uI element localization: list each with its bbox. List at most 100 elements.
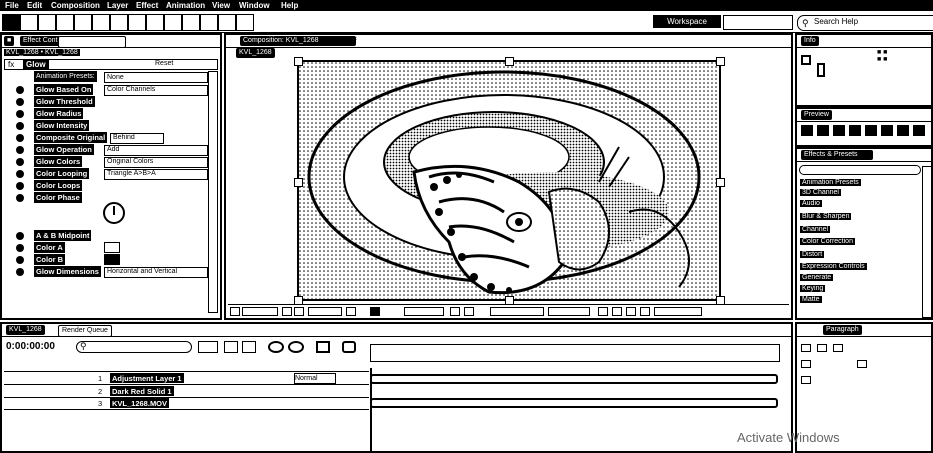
roto-brush-tool-icon[interactable] xyxy=(218,14,236,31)
pixel-aspect-icon[interactable] xyxy=(598,307,608,316)
snapshot-icon[interactable] xyxy=(346,307,356,316)
effects-item[interactable]: Color Correction xyxy=(800,238,904,246)
align-right-icon[interactable] xyxy=(833,344,843,352)
play-icon[interactable] xyxy=(833,125,845,136)
color-looping-dropdown[interactable]: Triangle A>B>A xyxy=(104,169,208,180)
stopwatch-icon[interactable] xyxy=(16,146,24,154)
menu-window[interactable]: Window xyxy=(239,0,270,11)
menu-layer[interactable]: Layer xyxy=(107,0,128,11)
flowchart-icon[interactable] xyxy=(640,307,650,316)
layer-row[interactable]: 1 Adjustment Layer 1 Normal xyxy=(4,373,369,385)
first-frame-icon[interactable] xyxy=(801,125,813,136)
time-ruler[interactable] xyxy=(370,344,780,362)
stopwatch-icon[interactable] xyxy=(16,158,24,166)
menu-file[interactable]: File xyxy=(5,0,19,11)
puppet-tool-icon[interactable] xyxy=(236,14,254,31)
handle-mid-left[interactable] xyxy=(294,178,303,187)
tab-effects-presets[interactable]: Effects & Presets xyxy=(801,150,873,160)
timeline-search-input[interactable]: ⚲ xyxy=(76,341,192,353)
layer-mode-dropdown[interactable]: Normal xyxy=(294,373,336,384)
zoom-tool-icon[interactable] xyxy=(38,14,56,31)
eraser-tool-icon[interactable] xyxy=(200,14,218,31)
stopwatch-icon[interactable] xyxy=(16,256,24,264)
brush-tool-icon[interactable] xyxy=(164,14,182,31)
color-b-swatch[interactable] xyxy=(104,254,120,265)
handle-bottom-left[interactable] xyxy=(294,296,303,305)
clone-tool-icon[interactable] xyxy=(182,14,200,31)
menu-effect[interactable]: Effect xyxy=(136,0,158,11)
workspace-dropdown[interactable] xyxy=(723,15,793,30)
current-time-indicator[interactable] xyxy=(370,368,372,453)
tab-project[interactable]: ■ xyxy=(4,36,15,46)
pan-behind-tool-icon[interactable] xyxy=(92,14,110,31)
exposure-field[interactable] xyxy=(654,307,702,316)
prev-frame-icon[interactable] xyxy=(817,125,829,136)
color-phase-dial[interactable] xyxy=(103,202,125,224)
stopwatch-icon[interactable] xyxy=(16,98,24,106)
effects-search-input[interactable] xyxy=(799,165,921,175)
pen-tool-icon[interactable] xyxy=(128,14,146,31)
view-layout-dropdown[interactable] xyxy=(548,307,590,316)
layer-name[interactable]: Dark Red Solid 1 xyxy=(110,386,174,396)
effects-item[interactable]: Generate xyxy=(800,274,904,282)
menu-help[interactable]: Help xyxy=(281,0,298,11)
text-tool-icon[interactable] xyxy=(146,14,164,31)
layer-track-bar[interactable] xyxy=(370,398,778,408)
frame-blending-icon[interactable] xyxy=(268,341,284,353)
effects-item[interactable]: Channel xyxy=(800,226,904,234)
handle-bottom-right[interactable] xyxy=(716,296,725,305)
effects-scrollbar[interactable] xyxy=(922,166,932,318)
stopwatch-icon[interactable] xyxy=(16,232,24,240)
fx-icon[interactable]: fx xyxy=(8,60,14,69)
selection-tool-icon[interactable] xyxy=(2,14,20,31)
region-of-interest-icon[interactable] xyxy=(450,307,460,316)
tab-composition[interactable]: Composition: KVL_1268 xyxy=(240,36,356,46)
current-time-field[interactable] xyxy=(308,307,342,316)
glow-colors-dropdown[interactable]: Original Colors xyxy=(104,157,208,168)
stopwatch-icon[interactable] xyxy=(16,268,24,276)
stopwatch-icon[interactable] xyxy=(16,170,24,178)
audio-icon[interactable] xyxy=(881,125,893,136)
grid-icon[interactable] xyxy=(282,307,292,316)
effects-item[interactable]: Expression Controls xyxy=(800,263,904,271)
graph-editor-icon[interactable] xyxy=(342,341,356,353)
effect-reset-link[interactable]: Reset xyxy=(155,60,173,67)
transparency-grid-icon[interactable] xyxy=(464,307,474,316)
color-a-swatch[interactable] xyxy=(104,242,120,253)
layer-name[interactable]: KVL_1268.MOV xyxy=(110,398,170,408)
next-frame-icon[interactable] xyxy=(849,125,861,136)
last-frame-icon[interactable] xyxy=(865,125,877,136)
composition-viewer[interactable] xyxy=(297,60,721,301)
loop-icon[interactable] xyxy=(897,125,909,136)
always-preview-icon[interactable] xyxy=(230,307,240,316)
tab-preview[interactable]: Preview xyxy=(801,110,832,120)
handle-mid-right[interactable] xyxy=(716,178,725,187)
effects-item[interactable]: Animation Presets xyxy=(800,179,904,187)
close-icon[interactable]: × xyxy=(353,36,359,44)
tab-comp-name[interactable]: KVL_1268 xyxy=(236,48,275,58)
handle-top-mid[interactable] xyxy=(505,57,514,66)
effects-item[interactable]: Audio xyxy=(800,200,904,208)
indent-left-icon[interactable] xyxy=(801,360,811,368)
stopwatch-icon[interactable] xyxy=(16,194,24,202)
effects-item[interactable]: Distort xyxy=(800,251,904,259)
ram-preview-icon[interactable] xyxy=(913,125,925,136)
align-left-icon[interactable] xyxy=(801,344,811,352)
animation-presets-dropdown[interactable]: None xyxy=(104,72,208,83)
effects-item[interactable]: 3D Channel xyxy=(800,189,904,197)
motion-blur-icon[interactable] xyxy=(288,341,304,353)
menu-composition[interactable]: Composition xyxy=(51,0,100,11)
fast-preview-icon[interactable] xyxy=(612,307,622,316)
tab-info[interactable]: Info xyxy=(801,36,819,46)
menu-view[interactable]: View xyxy=(212,0,230,11)
space-before-icon[interactable] xyxy=(801,376,811,384)
layer-track-bar[interactable] xyxy=(370,374,778,384)
handle-top-right[interactable] xyxy=(716,57,725,66)
show-channel-icon[interactable] xyxy=(370,307,380,316)
search-help-input[interactable]: ⚲ Search Help xyxy=(797,15,933,31)
hand-tool-icon[interactable] xyxy=(20,14,38,31)
stopwatch-icon[interactable] xyxy=(16,244,24,252)
tab-effect-controls-dropdown[interactable] xyxy=(58,36,126,48)
indent-right-icon[interactable] xyxy=(857,360,867,368)
effects-item[interactable]: Keying xyxy=(800,285,904,293)
